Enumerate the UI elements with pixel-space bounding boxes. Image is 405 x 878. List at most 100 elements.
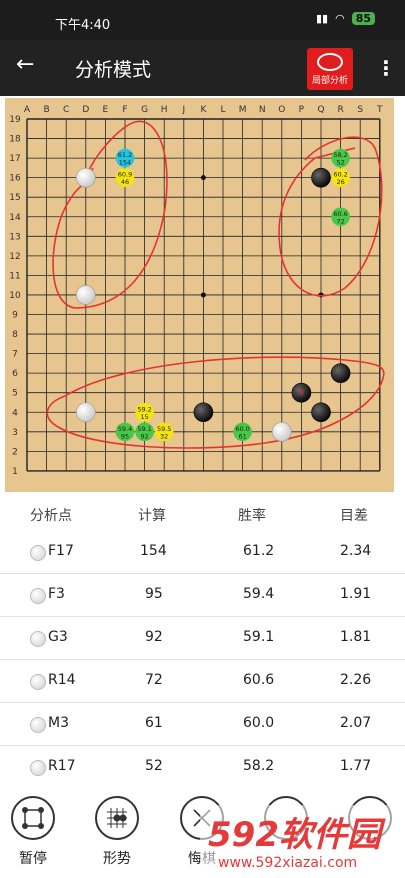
- column-label: N: [259, 105, 266, 115]
- shape-button[interactable]: 形势: [87, 796, 147, 868]
- row-winrate: 58.2: [243, 758, 275, 774]
- row-label: 6: [12, 369, 18, 379]
- row-label: 17: [9, 154, 20, 164]
- row-point: R17: [48, 758, 76, 774]
- column-label: G: [141, 105, 148, 115]
- row-score: 1.81: [340, 629, 372, 645]
- signal-icon: ▮▮: [315, 12, 329, 25]
- row-score: 1.91: [340, 586, 372, 602]
- analysis-table-header: 分析点 计算 胜率 目差: [0, 505, 405, 529]
- status-icons: ▮▮ ◠ 85: [316, 12, 375, 25]
- column-label: F: [122, 105, 127, 115]
- board-canvas[interactable]: ABCDEFGHJKLMNOPQRST 19181716151413121110…: [5, 98, 394, 492]
- wifi-icon: ◠: [335, 12, 345, 25]
- column-label: P: [299, 105, 305, 115]
- row-point: F3: [48, 586, 65, 602]
- table-row[interactable]: F17 154 61.2 2.34: [0, 531, 405, 574]
- pause-button[interactable]: 暂停: [3, 796, 63, 868]
- row-label: 7: [12, 350, 18, 360]
- row-label: 1: [12, 467, 18, 477]
- black-stone[interactable]: [330, 363, 351, 383]
- column-label: J: [181, 105, 185, 115]
- candidate-playouts: 26: [336, 178, 344, 186]
- row-label: 11: [9, 271, 20, 281]
- row-label: 4: [12, 408, 18, 418]
- go-board[interactable]: ABCDEFGHJKLMNOPQRST 19 18 17 16 15 14 13 12 11 10…: [5, 98, 394, 492]
- status-bar: 下午4:40 ▮▮ ◠ 85: [0, 0, 405, 40]
- candidate-playouts: 92: [140, 432, 148, 440]
- white-stone-icon: [30, 631, 46, 647]
- column-label: T: [376, 105, 383, 115]
- watermark-brand: 592软件园: [208, 815, 381, 855]
- column-label: M: [239, 105, 247, 115]
- table-row[interactable]: F3 95 59.4 1.91: [0, 574, 405, 617]
- column-label: L: [220, 105, 225, 115]
- more-menu-icon[interactable]: ⋮: [376, 56, 396, 80]
- table-row[interactable]: R14 72 60.6 2.26: [0, 660, 405, 703]
- row-label: 13: [9, 232, 20, 242]
- white-stone-icon: [30, 674, 46, 690]
- star-point: [318, 292, 324, 298]
- candidate-playouts: 154: [119, 159, 131, 167]
- watermark-url: www.592xiazai.com: [218, 855, 358, 871]
- table-row[interactable]: M3 61 60.0 2.07: [0, 703, 405, 746]
- column-label: S: [357, 105, 363, 115]
- row-label: 5: [12, 389, 18, 399]
- row-label: 19: [9, 115, 21, 125]
- row-point: F17: [48, 543, 74, 559]
- white-stone[interactable]: [76, 402, 96, 423]
- row-playouts: 72: [145, 672, 163, 688]
- candidate-playouts: 95: [121, 432, 129, 440]
- white-stone-icon: [30, 545, 46, 561]
- white-stone-icon: [30, 760, 46, 776]
- row-playouts: 154: [140, 543, 167, 559]
- row-score: 2.26: [340, 672, 372, 688]
- row-winrate: 60.6: [243, 672, 275, 688]
- row-winrate: 60.0: [243, 715, 275, 731]
- black-stone[interactable]: [311, 167, 331, 188]
- star-point: [200, 292, 206, 298]
- local-analysis-button[interactable]: 局部分析: [307, 48, 353, 90]
- row-label: 12: [9, 252, 20, 262]
- black-stone[interactable]: [311, 402, 331, 423]
- row-label: 18: [9, 135, 21, 145]
- white-stone[interactable]: [271, 421, 292, 442]
- white-stone[interactable]: [76, 167, 96, 188]
- row-label: 16: [9, 174, 21, 184]
- table-row[interactable]: R17 52 58.2 1.77: [0, 746, 405, 789]
- row-winrate: 59.4: [243, 586, 275, 602]
- column-label: R: [337, 105, 343, 115]
- candidate-playouts: 72: [336, 217, 344, 225]
- pause-label: 暂停: [19, 851, 47, 867]
- black-stone[interactable]: [193, 402, 214, 423]
- row-point: G3: [48, 629, 68, 645]
- row-playouts: 52: [145, 758, 163, 774]
- row-winrate: 59.1: [243, 629, 275, 645]
- row-label: 10: [9, 291, 21, 301]
- column-label: C: [63, 105, 69, 115]
- white-stone[interactable]: [76, 285, 96, 305]
- column-label: O: [278, 105, 285, 115]
- table-row[interactable]: G3 92 59.1 1.81: [0, 617, 405, 660]
- column-label: H: [161, 105, 168, 115]
- move-number: 9: [299, 389, 304, 398]
- back-arrow-icon[interactable]: ←: [16, 52, 34, 77]
- white-stone-icon: [30, 588, 46, 604]
- row-point: R14: [48, 672, 76, 688]
- row-score: 2.34: [340, 543, 372, 559]
- row-point: M3: [48, 715, 69, 731]
- row-label: 8: [12, 330, 18, 340]
- row-playouts: 95: [145, 586, 163, 602]
- candidate-playouts: 61: [238, 432, 246, 440]
- row-label: 9: [12, 311, 18, 321]
- row-playouts: 61: [145, 715, 163, 731]
- candidate-playouts: 15: [140, 413, 148, 421]
- pause-icon: [11, 796, 55, 840]
- row-label: 2: [12, 447, 18, 457]
- column-label: Q: [317, 105, 324, 115]
- header-playouts: 计算: [138, 508, 166, 524]
- candidate-playouts: 32: [160, 432, 168, 440]
- column-label: A: [24, 105, 31, 115]
- candidate-playouts: 52: [336, 159, 344, 167]
- white-stone-icon: [30, 717, 46, 733]
